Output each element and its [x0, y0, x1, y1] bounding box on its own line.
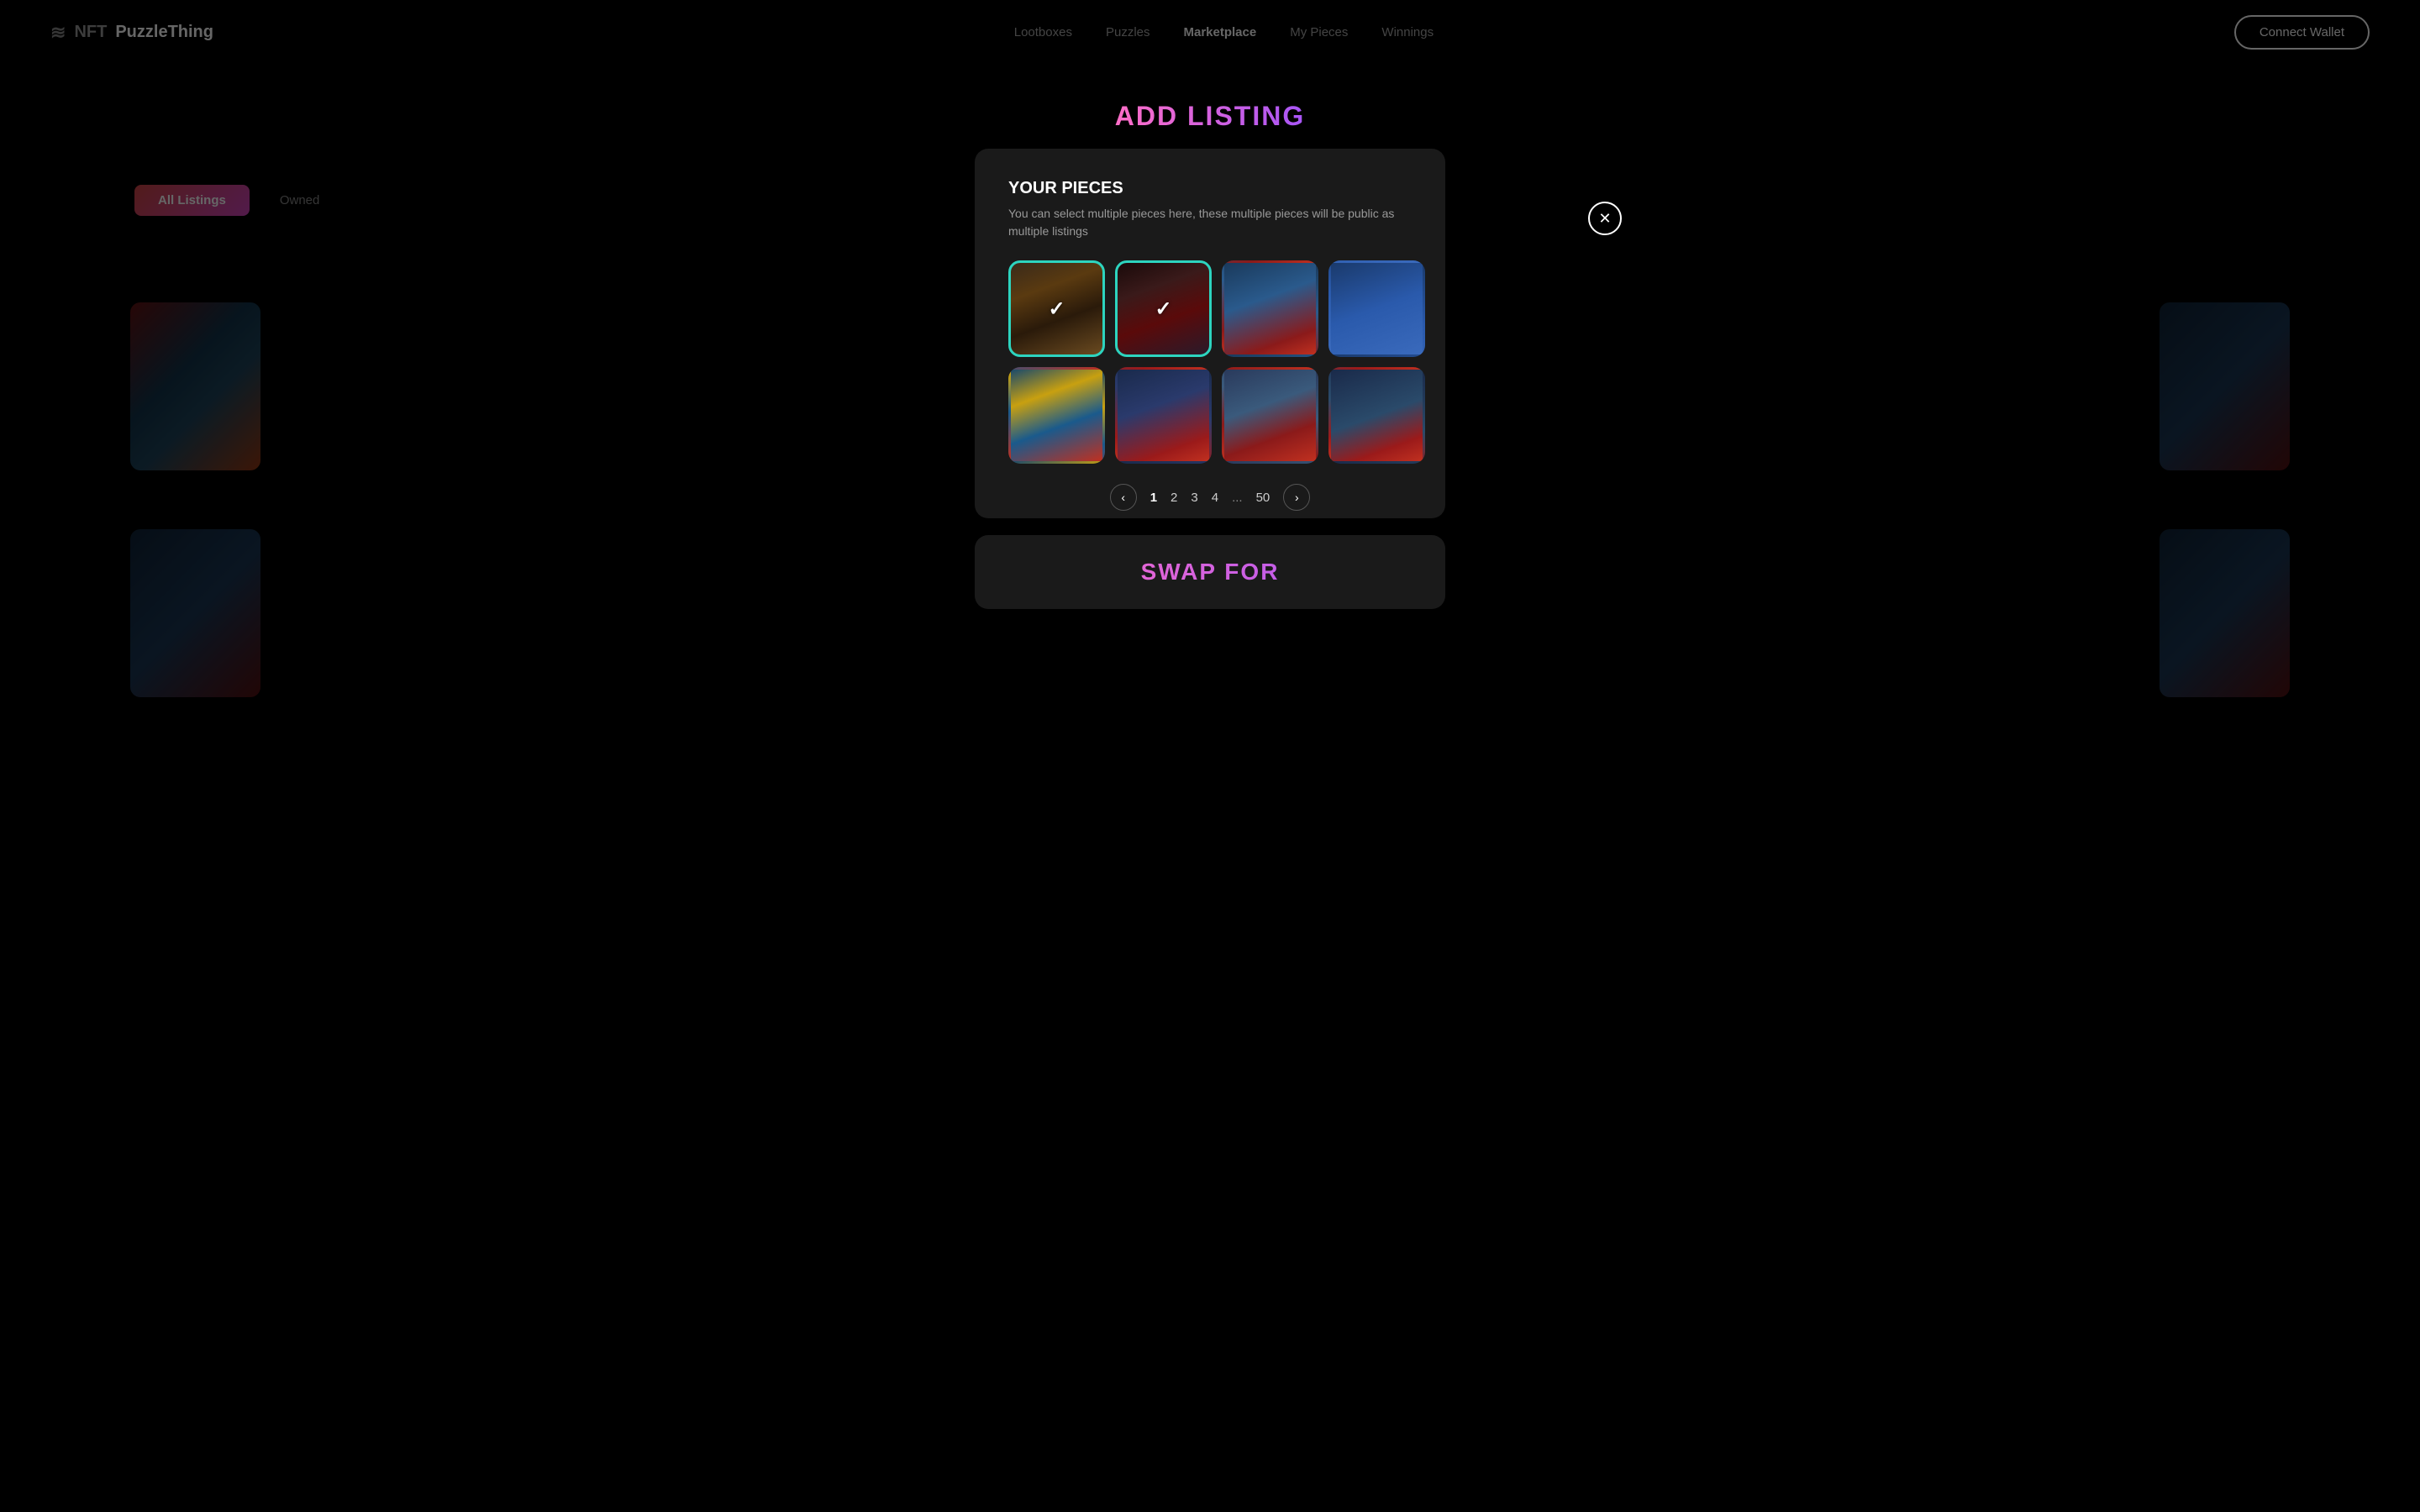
prev-icon: ‹ — [1121, 491, 1125, 504]
next-icon: › — [1295, 491, 1299, 504]
page-1[interactable]: 1 — [1150, 491, 1157, 505]
close-icon: ✕ — [1598, 210, 1611, 228]
piece-item[interactable] — [1115, 367, 1212, 464]
piece-checkmark: ✓ — [1048, 297, 1065, 321]
page-50[interactable]: 50 — [1256, 491, 1270, 505]
piece-checkmark: ✓ — [1155, 297, 1171, 321]
page-2[interactable]: 2 — [1171, 491, 1177, 505]
modal-title: ADD LISTING — [1115, 101, 1305, 132]
swap-for-title: SWAP FOR — [1008, 559, 1412, 585]
modal-overlay: ✕ ADD LISTING YOUR PIECES You can select… — [0, 0, 2420, 1512]
your-pieces-desc: You can select multiple pieces here, the… — [1008, 205, 1412, 240]
your-pieces-section: YOUR PIECES You can select multiple piec… — [975, 149, 1445, 518]
page-dots: ... — [1232, 491, 1243, 505]
close-button[interactable]: ✕ — [1588, 202, 1622, 235]
pagination: ‹ 1 2 3 4 ... 50 › — [1008, 484, 1412, 511]
swap-for-section: SWAP FOR — [975, 535, 1445, 609]
your-pieces-title: YOUR PIECES — [1008, 179, 1412, 198]
piece-item[interactable] — [1328, 260, 1425, 357]
page-4[interactable]: 4 — [1212, 491, 1218, 505]
piece-item[interactable] — [1222, 367, 1318, 464]
piece-item[interactable]: ✓ — [1008, 260, 1105, 357]
piece-item[interactable] — [1008, 367, 1105, 464]
piece-item[interactable] — [1222, 260, 1318, 357]
pieces-grid: ✓ ✓ — [1008, 260, 1412, 464]
pagination-next[interactable]: › — [1283, 484, 1310, 511]
piece-item[interactable]: ✓ — [1115, 260, 1212, 357]
pagination-prev[interactable]: ‹ — [1110, 484, 1137, 511]
page-3[interactable]: 3 — [1191, 491, 1197, 505]
piece-item[interactable] — [1328, 367, 1425, 464]
